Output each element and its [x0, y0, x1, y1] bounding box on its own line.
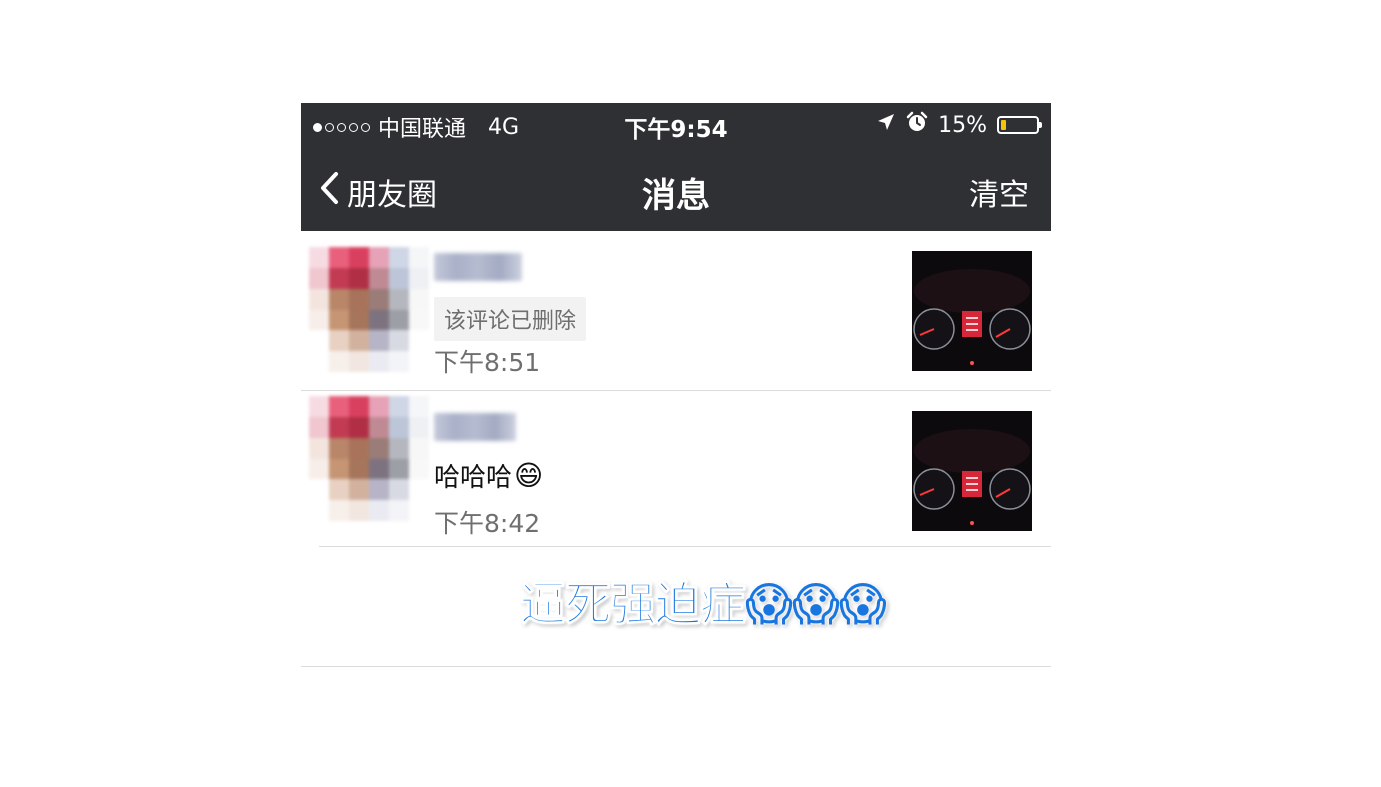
avatar[interactable]: [309, 396, 429, 521]
caption-text: 逼死强迫症: [520, 577, 747, 632]
post-thumbnail[interactable]: [912, 251, 1032, 371]
alarm-clock-icon: [906, 111, 928, 139]
divider: [319, 546, 1051, 547]
location-arrow-icon: [876, 112, 896, 138]
dashboard-photo: [912, 411, 1032, 531]
status-bar: 中国联通 4G 下午9:54 15%: [301, 103, 1051, 145]
battery-fill: [1001, 120, 1007, 130]
message-item[interactable]: 哈哈哈 😄 下午8:42: [301, 391, 1051, 547]
comment-text: 哈哈哈 😄: [434, 457, 543, 494]
battery-icon: [997, 116, 1042, 134]
screaming-face-emoji: 😱😱😱: [745, 577, 887, 631]
page-title: 消息: [642, 176, 710, 216]
post-thumbnail[interactable]: [912, 411, 1032, 531]
message-item[interactable]: 该评论已删除 下午8:51: [301, 231, 1051, 391]
dashboard-photo: [912, 251, 1032, 371]
nav-bar: 朋友圈 消息 清空: [301, 158, 1051, 218]
username-redacted[interactable]: [434, 413, 516, 441]
header: 中国联通 4G 下午9:54 15% 朋友圈 消息 清空: [301, 103, 1051, 231]
message-time: 下午8:42: [434, 509, 541, 538]
bottom-divider: [301, 666, 1051, 667]
avatar[interactable]: [309, 247, 429, 372]
clear-button[interactable]: 清空: [969, 170, 1029, 214]
username-redacted[interactable]: [434, 253, 522, 281]
status-right: 15%: [876, 111, 1042, 139]
battery-percent: 15%: [938, 112, 987, 138]
message-time: 下午8:51: [434, 348, 541, 377]
comment-body: 哈哈哈: [434, 463, 513, 493]
grinning-face-emoji: 😄: [514, 459, 544, 492]
deleted-comment-notice: 该评论已删除: [434, 297, 587, 341]
overlay-caption: 逼死强迫症😱😱😱: [520, 568, 887, 634]
